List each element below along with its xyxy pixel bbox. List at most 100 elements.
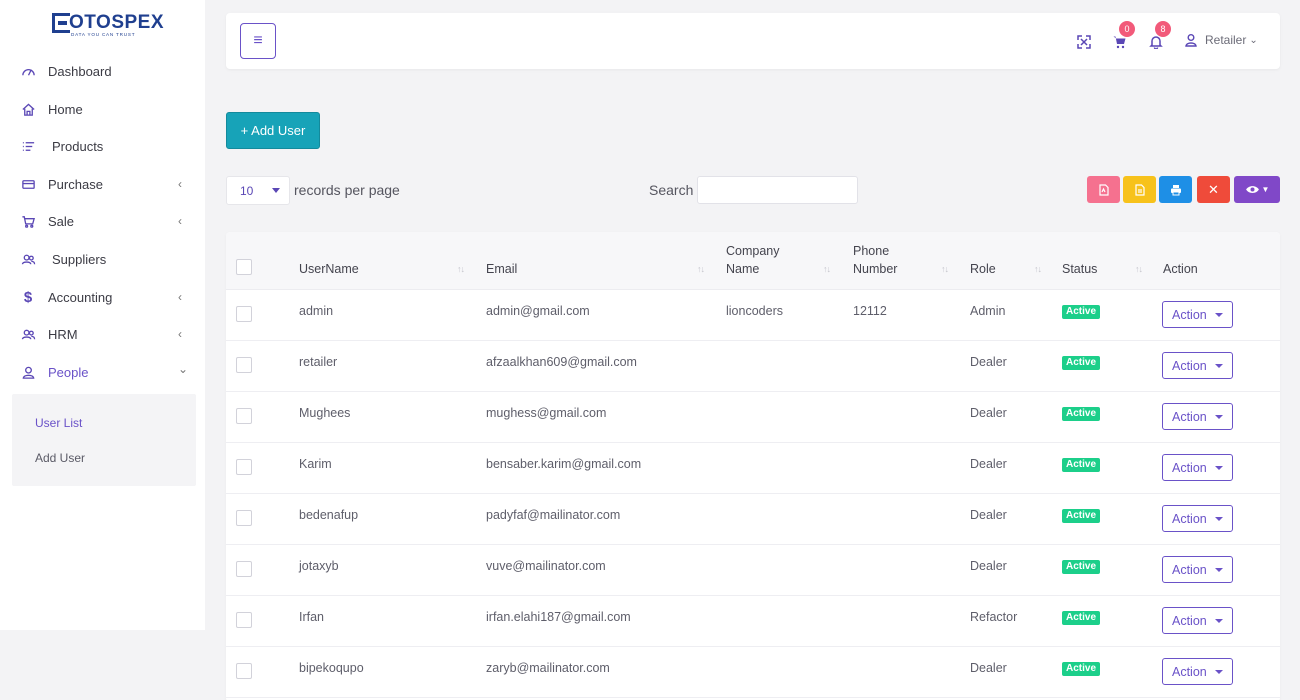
file-icon <box>1134 183 1145 196</box>
cell-role: Dealer <box>970 355 1007 369</box>
caret-down-icon <box>272 188 280 193</box>
column-header-company-name[interactable]: Company Name <box>726 242 780 278</box>
export-csv-button[interactable] <box>1123 176 1156 203</box>
brand-logo[interactable]: OTOSPEX DATA YOU CAN TRUST <box>52 12 164 38</box>
notification-button[interactable]: 8 <box>1149 21 1171 49</box>
caret-down-icon <box>1215 364 1223 368</box>
sidebar-item-home[interactable]: Home <box>0 94 205 124</box>
cell-phone: 12112 <box>853 304 887 318</box>
cell-username: jotaxyb <box>299 559 339 573</box>
search-input[interactable] <box>697 176 858 204</box>
row-checkbox[interactable] <box>236 459 252 475</box>
row-action-dropdown[interactable]: Action <box>1162 556 1233 583</box>
cell-email: vuve@mailinator.com <box>486 559 606 573</box>
add-user-button[interactable]: + Add User <box>226 112 320 149</box>
column-visibility-button[interactable]: ▼ <box>1234 176 1280 203</box>
gauge-icon <box>20 63 36 79</box>
row-action-dropdown[interactable]: Action <box>1162 352 1233 379</box>
status-badge: Active <box>1062 560 1101 574</box>
cell-role: Refactor <box>970 610 1018 624</box>
records-per-page-select[interactable]: 10 <box>226 176 290 205</box>
column-header-email[interactable]: Email <box>486 260 517 278</box>
logo-mark-icon <box>52 13 70 33</box>
records-per-page-value: 10 <box>240 183 254 198</box>
chevron-left-icon: ‹ <box>178 177 182 191</box>
sidebar-item-accounting[interactable]: $ Accounting ‹ <box>0 282 205 312</box>
caret-down-icon <box>1215 415 1223 419</box>
row-checkbox[interactable] <box>236 612 252 628</box>
fullscreen-icon[interactable] <box>1077 35 1091 49</box>
row-checkbox[interactable] <box>236 408 252 424</box>
cell-company: lioncoders <box>726 304 783 318</box>
column-header-phone-line2: Number <box>853 262 898 276</box>
eye-icon <box>1245 186 1259 193</box>
cell-username: bipekoqupo <box>299 661 364 675</box>
sort-icon[interactable]: ↑↓ <box>457 264 465 274</box>
printer-icon <box>1170 184 1181 195</box>
records-per-page-label: records per page <box>294 182 400 198</box>
menu-toggle-button[interactable]: ≡ <box>240 23 276 59</box>
delete-selected-button[interactable]: ✕ <box>1197 176 1230 203</box>
row-checkbox[interactable] <box>236 357 252 373</box>
cell-email: afzaalkhan609@gmail.com <box>486 355 637 369</box>
cell-email: zaryb@mailinator.com <box>486 661 610 675</box>
sidebar-item-label: Sale <box>48 213 75 229</box>
users-table: UserName ↑↓ Email ↑↓ Company Name ↑↓ Pho… <box>226 232 1280 700</box>
sidebar-item-suppliers[interactable]: Suppliers <box>0 244 205 274</box>
cell-email: bensaber.karim@gmail.com <box>486 457 642 471</box>
row-checkbox[interactable] <box>236 306 252 322</box>
row-checkbox[interactable] <box>236 510 252 526</box>
caret-down-icon <box>1215 619 1223 623</box>
cell-role: Dealer <box>970 508 1007 522</box>
sort-icon[interactable]: ↑↓ <box>697 264 705 274</box>
sort-icon[interactable]: ↑↓ <box>941 264 949 274</box>
list-icon <box>20 138 36 154</box>
cell-username: Irfan <box>299 610 325 624</box>
status-badge: Active <box>1062 305 1101 319</box>
print-button[interactable] <box>1159 176 1192 203</box>
chevron-left-icon: ‹ <box>178 290 182 304</box>
user-icon <box>1185 34 1197 47</box>
submenu-item-user-list[interactable]: User List <box>35 416 82 430</box>
sidebar-item-products[interactable]: Products <box>0 131 205 161</box>
sort-icon[interactable]: ↑↓ <box>823 264 831 274</box>
sort-icon[interactable]: ↑↓ <box>1135 264 1143 274</box>
top-bar: ≡ 0 8 Retailer ⌄ <box>226 13 1280 69</box>
user-menu[interactable]: Retailer ⌄ <box>1184 33 1258 47</box>
row-action-dropdown[interactable]: Action <box>1162 505 1233 532</box>
brand-tagline: DATA YOU CAN TRUST <box>71 32 136 37</box>
status-badge: Active <box>1062 407 1101 421</box>
sidebar-item-hrm[interactable]: HRM ‹ <box>0 319 205 349</box>
sidebar-item-label: HRM <box>48 326 78 342</box>
select-all-checkbox[interactable] <box>236 259 252 275</box>
sidebar-item-sale[interactable]: Sale ‹ <box>0 206 205 236</box>
cell-username: admin <box>299 304 334 318</box>
caret-down-icon <box>1215 517 1223 521</box>
chevron-down-icon: ⌄ <box>1249 34 1258 46</box>
action-label: Action <box>1172 460 1207 475</box>
status-badge: Active <box>1062 611 1101 625</box>
sidebar-item-purchase[interactable]: Purchase ‹ <box>0 169 205 199</box>
cell-role: Dealer <box>970 559 1007 573</box>
action-label: Action <box>1172 664 1207 679</box>
row-checkbox[interactable] <box>236 561 252 577</box>
cart-count-badge: 0 <box>1119 21 1135 37</box>
column-header-phone-number[interactable]: Phone Number <box>853 242 897 278</box>
sidebar-item-people[interactable]: People ⌄ <box>0 357 205 387</box>
cart-button[interactable]: 0 <box>1113 21 1135 49</box>
row-action-dropdown[interactable]: Action <box>1162 301 1233 328</box>
export-pdf-button[interactable] <box>1087 176 1120 203</box>
row-action-dropdown[interactable]: Action <box>1162 454 1233 481</box>
column-header-username[interactable]: UserName <box>299 260 359 278</box>
row-checkbox[interactable] <box>236 663 252 679</box>
sort-icon[interactable]: ↑↓ <box>1034 264 1042 274</box>
column-header-role[interactable]: Role <box>970 260 996 278</box>
status-badge: Active <box>1062 509 1101 523</box>
cell-email: mughess@gmail.com <box>486 406 607 420</box>
submenu-item-add-user[interactable]: Add User <box>35 451 85 465</box>
row-action-dropdown[interactable]: Action <box>1162 658 1233 685</box>
row-action-dropdown[interactable]: Action <box>1162 403 1233 430</box>
row-action-dropdown[interactable]: Action <box>1162 607 1233 634</box>
sidebar-item-dashboard[interactable]: Dashboard <box>0 56 205 86</box>
column-header-status[interactable]: Status <box>1062 260 1097 278</box>
